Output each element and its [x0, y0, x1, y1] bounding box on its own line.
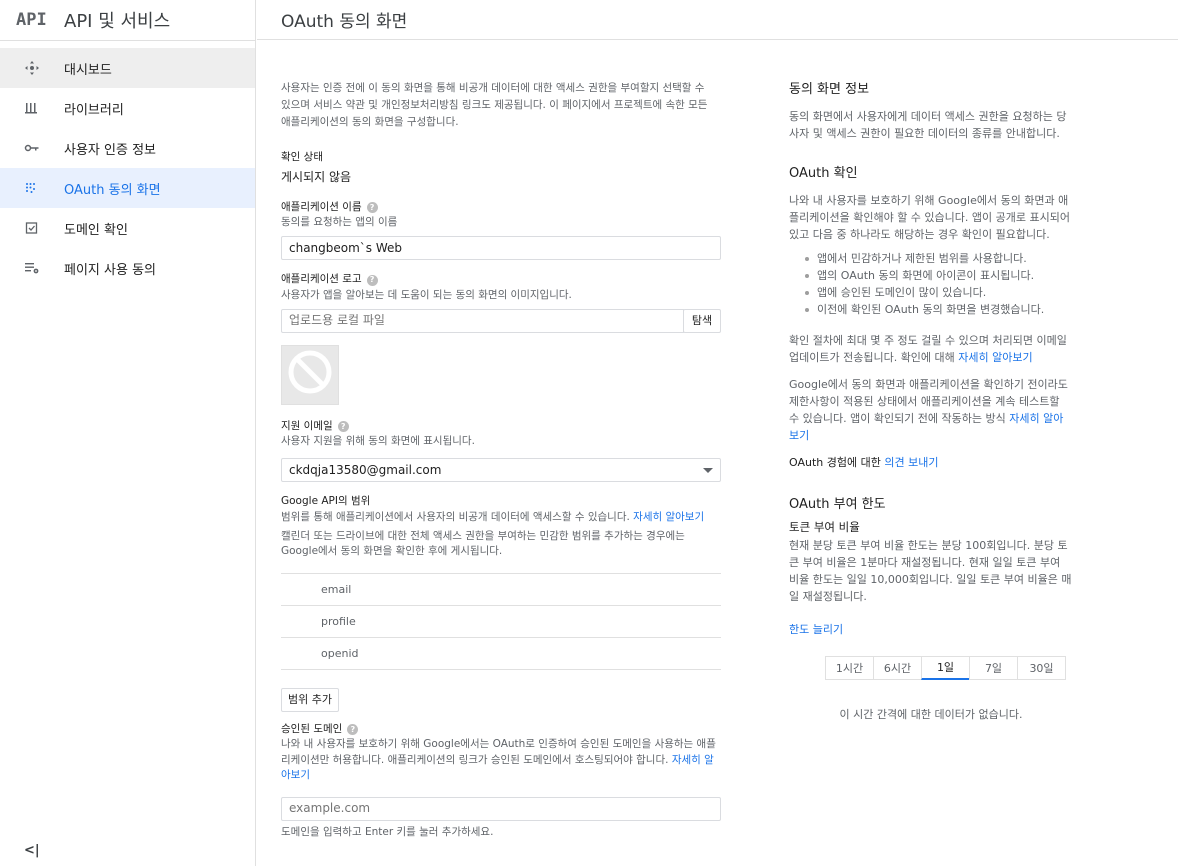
- verify-conditions-list: 앱에서 민감하거나 제한된 범위를 사용합니다. 앱의 OAuth 동의 화면에…: [803, 250, 1073, 318]
- sidebar-item-label: 도메인 확인: [64, 222, 128, 238]
- verify-time-text: 확인 절차에 최대 몇 주 정도 걸릴 수 있으며 처리되면 이메일 업데이트가…: [789, 332, 1073, 366]
- send-feedback-link[interactable]: 의견 보내기: [884, 456, 938, 469]
- oauth-verify-text: 나와 내 사용자를 보호하기 위해 Google에서 동의 화면과 애플리케이션…: [789, 194, 1070, 242]
- sidebar-item-credentials[interactable]: 사용자 인증 정보: [0, 128, 255, 168]
- support-email-label: 지원 이메일 ?: [281, 419, 721, 434]
- no-data-message: 이 시간 간격에 대한 데이터가 없습니다.: [839, 708, 1023, 722]
- sidebar-nav: 대시보드 라이브러리 사용자 인증 정보 OAuth 동의 화면 도메인 확인: [0, 48, 255, 288]
- tab-30d[interactable]: 30일: [1017, 656, 1066, 681]
- help-icon[interactable]: ?: [366, 202, 378, 214]
- page-title: OAuth 동의 화면: [281, 12, 408, 32]
- app-name-desc: 동의를 요청하는 앱의 이름: [281, 216, 398, 229]
- sidebar-item-label: 사용자 인증 정보: [64, 142, 156, 158]
- scopes-list: email profile openid: [281, 573, 721, 671]
- support-email-label-text: 지원 이메일: [281, 419, 333, 432]
- sidebar-item-page-usage-agreements[interactable]: 페이지 사용 동의: [0, 248, 255, 288]
- sidebar-item-label: 페이지 사용 동의: [64, 262, 156, 278]
- sidebar-item-dashboard[interactable]: 대시보드: [0, 48, 255, 88]
- consent-info-title: 동의 화면 정보: [789, 82, 870, 97]
- test-text: Google에서 동의 화면과 애플리케이션을 확인하기 전이라도 제한사항이 …: [789, 376, 1073, 444]
- verify-learn-more-link[interactable]: 자세히 알아보기: [958, 351, 1032, 364]
- support-email-value: ckdqja13580@gmail.com: [289, 462, 442, 477]
- scopes-label: Google API의 범위: [281, 495, 371, 508]
- domain-hint: 도메인을 입력하고 Enter 키를 눌러 추가하세요.: [281, 826, 494, 839]
- authorized-domains-desc: 나와 내 사용자를 보호하기 위해 Google에서는 OAuth로 인증하여 …: [281, 737, 721, 783]
- scopes-note: 캘린더 또는 드라이브에 대한 전체 액세스 권한을 부여하는 민감한 범위를 …: [281, 529, 685, 557]
- checkbox-icon: [24, 220, 40, 236]
- feedback-text-body: OAuth 경험에 대한: [789, 455, 881, 469]
- sidebar-divider: [0, 40, 255, 41]
- scope-row-openid: openid: [281, 638, 721, 671]
- help-icon[interactable]: ?: [366, 274, 378, 286]
- oauth-consent-icon: [24, 180, 40, 196]
- help-icon[interactable]: ?: [347, 724, 359, 736]
- verification-status-label: 확인 상태: [281, 151, 323, 164]
- scopes-learn-more-link[interactable]: 자세히 알아보기: [633, 511, 704, 523]
- key-icon: [24, 140, 40, 156]
- tab-1h[interactable]: 1시간: [825, 656, 874, 681]
- no-image-icon: [287, 349, 333, 400]
- sidebar-item-oauth-consent[interactable]: OAuth 동의 화면: [0, 168, 255, 208]
- list-item: 앱에 승인된 도메인이 많이 있습니다.: [803, 284, 1073, 301]
- scopes-desc: 범위를 통해 애플리케이션에서 사용자의 비공개 데이터에 액세스할 수 있습니…: [281, 510, 721, 525]
- scopes-desc-text: 범위를 통해 애플리케이션에서 사용자의 비공개 데이터에 액세스할 수 있습니…: [281, 510, 630, 523]
- library-icon: [24, 100, 40, 116]
- consent-info-text: 동의 화면에서 사용자에게 데이터 액세스 권한을 요청하는 당사자 및 액세스…: [789, 110, 1067, 141]
- page-header: OAuth 동의 화면: [257, 0, 1178, 40]
- domain-placeholder: example.com: [289, 801, 371, 816]
- settings-list-icon: [24, 260, 40, 276]
- quota-title: OAuth 부여 한도: [789, 497, 886, 513]
- collapse-sidebar-button[interactable]: <|: [24, 843, 40, 858]
- product-title[interactable]: API 및 서비스: [64, 7, 170, 33]
- app-name-label-text: 애플리케이션 이름: [281, 201, 362, 213]
- app-name-label: 애플리케이션 이름 ?: [281, 200, 721, 215]
- logo-upload-row: 업로드용 로컬 파일 탐색: [281, 308, 721, 333]
- sidebar-item-label: 라이브러리: [64, 102, 124, 118]
- list-item: 앱에서 민감하거나 제한된 범위를 사용합니다.: [803, 250, 1073, 267]
- tab-7d[interactable]: 7일: [969, 656, 1018, 681]
- support-email-select[interactable]: ckdqja13580@gmail.com: [281, 458, 721, 483]
- feedback-text: OAuth 경험에 대한 의견 보내기: [789, 454, 1073, 471]
- oauth-verify-title: OAuth 확인: [789, 166, 858, 182]
- sidebar-item-library[interactable]: 라이브러리: [0, 88, 255, 128]
- app-logo-desc: 사용자가 앱을 알아보는 데 도움이 되는 동의 화면의 이미지입니다.: [281, 288, 572, 301]
- authorized-domains-label-text: 승인된 도메인: [281, 723, 343, 736]
- tab-6h[interactable]: 6시간: [873, 656, 922, 681]
- sidebar-item-label: 대시보드: [64, 62, 112, 78]
- app-name-input[interactable]: changbeom`s Web: [281, 236, 721, 261]
- info-panel: 동의 화면 정보 동의 화면에서 사용자에게 데이터 액세스 권한을 요청하는 …: [789, 80, 1073, 723]
- scope-row-profile: profile: [281, 606, 721, 639]
- consent-form: 사용자는 인증 전에 이 동의 화면을 통해 비공개 데이터에 대한 액세스 권…: [281, 80, 721, 840]
- logo-file-placeholder: 업로드용 로컬 파일: [289, 313, 385, 328]
- sidebar-item-label: OAuth 동의 화면: [64, 182, 161, 198]
- dropdown-arrow-icon: [703, 462, 713, 479]
- logo-file-input[interactable]: 업로드용 로컬 파일: [281, 308, 684, 333]
- app-logo-label-text: 애플리케이션 로고: [281, 273, 362, 286]
- verification-status-value: 게시되지 않음: [281, 169, 352, 184]
- authorized-domains-label: 승인된 도메인 ?: [281, 722, 721, 737]
- list-item: 이전에 확인된 OAuth 동의 화면을 변경했습니다.: [803, 301, 1073, 318]
- rate-text: 현재 분당 토큰 부여 비율 한도는 분당 100회입니다. 분당 토큰 부여 …: [789, 538, 1072, 604]
- browse-button[interactable]: 탐색: [683, 308, 721, 333]
- time-range-tabs: 1시간 6시간 1일 7일 30일: [825, 656, 1073, 681]
- help-icon[interactable]: ?: [337, 420, 349, 432]
- list-item: 앱의 OAuth 동의 화면에 아이콘이 표시됩니다.: [803, 267, 1073, 284]
- form-intro: 사용자는 인증 전에 이 동의 화면을 통해 비공개 데이터에 대한 액세스 권…: [281, 82, 708, 128]
- support-email-desc: 사용자 지원을 위해 동의 화면에 표시됩니다.: [281, 435, 475, 448]
- domain-input[interactable]: example.com: [281, 797, 721, 822]
- scope-row-email: email: [281, 574, 721, 607]
- increase-quota-link[interactable]: 한도 늘리기: [789, 621, 1073, 638]
- logo-preview: [281, 344, 339, 405]
- api-logo[interactable]: API: [16, 10, 64, 30]
- sidebar: API API 및 서비스 대시보드 라이브러리 사용자 인증 정보 OAuth…: [0, 0, 256, 866]
- authorized-domains-desc-text: 나와 내 사용자를 보호하기 위해 Google에서는 OAuth로 인증하여 …: [281, 738, 716, 766]
- app-logo-label: 애플리케이션 로고 ?: [281, 272, 721, 287]
- tab-1d[interactable]: 1일: [921, 656, 970, 681]
- sidebar-header: API API 및 서비스: [0, 0, 255, 40]
- dashboard-icon: [24, 60, 40, 76]
- rate-title: 토큰 부여 비율: [789, 520, 860, 535]
- sidebar-item-domain-verification[interactable]: 도메인 확인: [0, 208, 255, 248]
- add-scope-button[interactable]: 범위 추가: [281, 688, 339, 713]
